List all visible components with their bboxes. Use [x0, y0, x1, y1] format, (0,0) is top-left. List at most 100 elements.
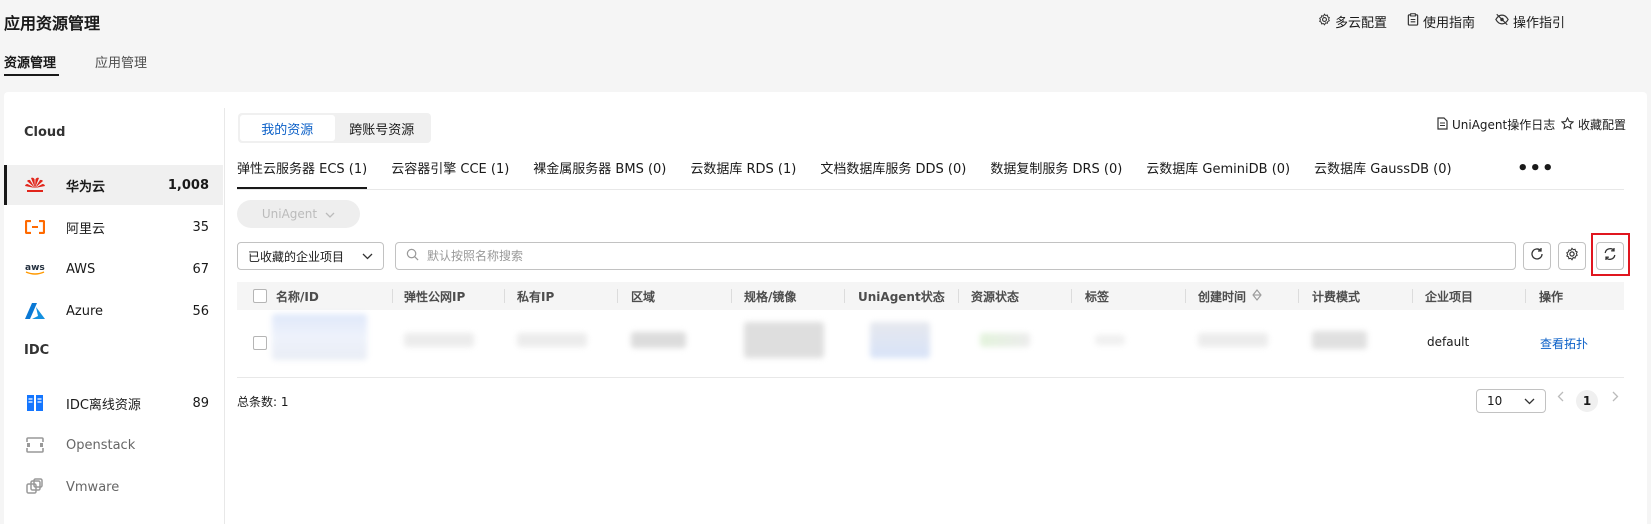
tab-application-management[interactable]: 应用管理 — [95, 52, 147, 71]
column-divider — [1525, 289, 1526, 303]
column-header-uniagent-status: UniAgent状态 — [858, 289, 945, 304]
aliyun-logo-icon — [24, 218, 46, 236]
select-all-checkbox[interactable] — [253, 289, 267, 303]
page-number-current[interactable]: 1 — [1576, 390, 1598, 412]
sidebar-item-label: Openstack — [66, 437, 136, 453]
private-ip-cell-redacted — [517, 333, 587, 347]
tab-dds[interactable]: 文档数据库服务 DDS (0) — [820, 158, 966, 188]
multi-cloud-config-link[interactable]: 多云配置 — [1318, 12, 1387, 31]
column-divider — [731, 289, 732, 303]
column-header-private-ip: 私有IP — [517, 289, 555, 304]
aws-logo-icon: aws — [24, 260, 46, 278]
sidebar-item-vmware[interactable]: Vmware — [4, 467, 223, 507]
enterprise-project-select[interactable]: 已收藏的企业项目 — [237, 242, 384, 270]
chevron-down-icon — [1524, 394, 1535, 408]
search-icon — [406, 248, 419, 265]
chevron-left-icon — [1557, 391, 1564, 406]
row-checkbox[interactable] — [253, 336, 267, 350]
column-header-actions: 操作 — [1539, 289, 1564, 304]
sidebar-item-idc-offline[interactable]: IDC离线资源 89 — [4, 383, 223, 423]
page-size-select[interactable]: 10 — [1476, 389, 1546, 413]
favorite-config-link[interactable]: 收藏配置 — [1560, 116, 1626, 133]
sidebar-item-aws[interactable]: aws AWS 67 — [4, 249, 223, 289]
total-count: 总条数: 1 — [237, 395, 289, 409]
sidebar-item-count: 56 — [192, 303, 209, 319]
settings-button[interactable] — [1558, 242, 1586, 270]
gear-icon — [1318, 13, 1331, 30]
tab-drs[interactable]: 数据复制服务 DRS (0) — [990, 158, 1122, 188]
billing-cell-redacted — [1312, 331, 1367, 349]
column-header-billing: 计费模式 — [1312, 289, 1361, 304]
tags-cell-redacted — [1095, 335, 1125, 345]
column-header-enterprise-project: 企业项目 — [1425, 289, 1474, 304]
uniagent-log-label: UniAgent操作日志 — [1452, 118, 1556, 132]
search-box — [395, 242, 1516, 270]
column-divider — [1071, 289, 1072, 303]
eye-off-icon — [1495, 13, 1509, 30]
chevron-right-icon — [1612, 391, 1619, 406]
tab-resource-management[interactable]: 资源管理 — [4, 52, 56, 71]
sidebar-item-huawei[interactable]: 华为云 1,008 — [4, 165, 223, 205]
next-page-button[interactable] — [1612, 391, 1619, 406]
column-divider — [617, 289, 618, 303]
column-divider — [504, 289, 505, 303]
column-divider — [392, 289, 393, 303]
huawei-logo-icon — [24, 176, 46, 194]
column-divider — [1412, 289, 1413, 303]
sort-icon — [1252, 288, 1262, 304]
prev-page-button[interactable] — [1557, 391, 1564, 406]
operation-guide-link[interactable]: 操作指引 — [1495, 12, 1565, 31]
sidebar-section-idc: IDC — [24, 343, 50, 358]
row-checkbox-cell — [253, 336, 267, 350]
sidebar-item-label: Vmware — [66, 479, 120, 495]
uniagent-filter-select[interactable]: UniAgent — [237, 200, 360, 228]
column-header-eip: 弹性公网IP — [404, 289, 466, 304]
enterprise-project-value: 已收藏的企业项目 — [248, 249, 345, 264]
highlight-annotation-box — [1591, 233, 1630, 276]
refresh-icon — [1530, 247, 1544, 265]
column-header-region: 区域 — [631, 289, 656, 304]
resource-scope-switch: 我的资源 跨账号资源 — [238, 113, 431, 143]
column-header-resource-status: 资源状态 — [971, 289, 1020, 304]
vmware-icon — [24, 478, 46, 496]
openstack-icon — [24, 436, 46, 454]
sidebar-item-label: 华为云 — [66, 179, 106, 195]
sidebar-item-azure[interactable]: Azure 56 — [4, 291, 223, 331]
service-tabs: 弹性云服务器 ECS (1) 云容器引擎 CCE (1) 裸金属服务器 BMS … — [237, 158, 1476, 189]
tab-geminidb[interactable]: 云数据库 GeminiDB (0) — [1146, 158, 1290, 188]
region-cell-redacted — [631, 332, 686, 348]
tab-ecs[interactable]: 弹性云服务器 ECS (1) — [237, 158, 368, 189]
document-icon — [1437, 116, 1448, 133]
tab-bms[interactable]: 裸金属服务器 BMS (0) — [533, 158, 666, 188]
cross-account-resources-button[interactable]: 跨账号资源 — [335, 115, 430, 141]
tab-rds[interactable]: 云数据库 RDS (1) — [690, 158, 796, 188]
gear-icon — [1565, 247, 1579, 265]
column-header-spec: 规格/镜像 — [744, 289, 797, 304]
uniagent-status-cell-redacted — [870, 322, 930, 358]
sidebar-item-label: Azure — [66, 303, 104, 319]
search-input[interactable] — [427, 249, 1505, 263]
column-header-created-time[interactable]: 创建时间 — [1198, 282, 1262, 310]
name-cell-redacted — [272, 314, 367, 360]
sidebar-item-aliyun[interactable]: 阿里云 35 — [4, 207, 223, 247]
sidebar-divider — [224, 108, 225, 524]
star-icon — [1560, 116, 1575, 133]
sidebar-item-count: 1,008 — [167, 177, 209, 193]
sidebar-item-count: 89 — [192, 395, 209, 411]
column-divider — [844, 289, 845, 303]
page-size-value: 10 — [1487, 394, 1503, 408]
reload-button[interactable] — [1523, 242, 1551, 270]
tab-cce[interactable]: 云容器引擎 CCE (1) — [391, 158, 509, 188]
resource-status-cell-redacted — [980, 333, 1030, 347]
sidebar-item-label: IDC离线资源 — [66, 397, 141, 413]
my-resources-button[interactable]: 我的资源 — [240, 115, 335, 141]
column-divider — [1298, 289, 1299, 303]
more-tabs-icon[interactable]: ••• — [1517, 158, 1555, 179]
user-guide-link[interactable]: 使用指南 — [1407, 12, 1475, 31]
sidebar-item-label: AWS — [66, 261, 96, 277]
column-header-name: 名称/ID — [276, 289, 319, 304]
uniagent-log-link[interactable]: UniAgent操作日志 — [1437, 116, 1555, 133]
tab-gaussdb[interactable]: 云数据库 GaussDB (0) — [1314, 158, 1451, 188]
sidebar-item-openstack[interactable]: Openstack — [4, 425, 223, 465]
view-topology-link[interactable]: 查看拓扑 — [1540, 335, 1588, 352]
